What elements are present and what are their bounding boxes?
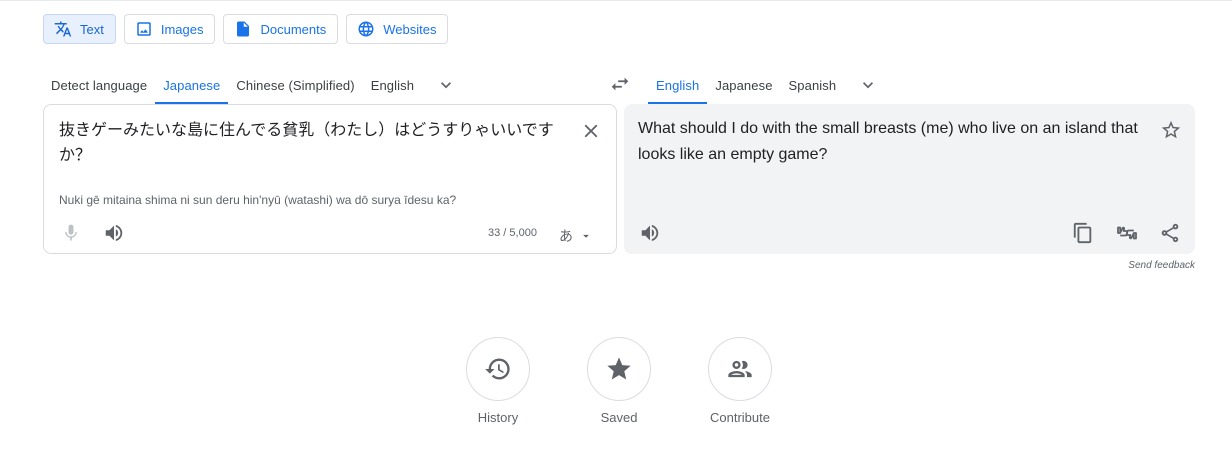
listen-translation-button[interactable] bbox=[639, 222, 661, 244]
image-icon bbox=[135, 20, 153, 38]
source-text-panel: 抜きゲーみたいな島に住んでる貧乳（わたし）はどうすりゃいいですか？ Nuki g… bbox=[43, 104, 617, 254]
rate-translation-button[interactable] bbox=[1115, 221, 1139, 245]
thumbs-up-down-icon bbox=[1117, 226, 1137, 240]
copy-translation-button[interactable] bbox=[1072, 222, 1094, 244]
source-lang-detect[interactable]: Detect language bbox=[43, 66, 155, 104]
tab-websites[interactable]: Websites bbox=[346, 14, 449, 44]
globe-icon bbox=[357, 20, 375, 38]
chevron-down-icon bbox=[436, 75, 456, 95]
copy-icon bbox=[1073, 222, 1092, 244]
contribute-button[interactable] bbox=[708, 337, 772, 401]
saved-button[interactable] bbox=[587, 337, 651, 401]
clear-source-button[interactable] bbox=[580, 120, 602, 142]
history-action[interactable]: History bbox=[453, 337, 543, 425]
tab-documents-label: Documents bbox=[260, 21, 327, 37]
listen-source-button[interactable] bbox=[103, 222, 125, 244]
share-icon bbox=[1161, 223, 1179, 243]
history-icon bbox=[484, 355, 512, 383]
close-icon bbox=[584, 124, 598, 138]
history-label: History bbox=[477, 410, 519, 425]
target-more-languages-button[interactable] bbox=[844, 66, 892, 104]
swap-languages-button[interactable] bbox=[606, 72, 634, 96]
input-tools-button[interactable]: あ bbox=[559, 226, 593, 246]
contribute-label: Contribute bbox=[710, 410, 770, 425]
star-icon bbox=[605, 355, 633, 383]
saved-label: Saved bbox=[600, 410, 638, 425]
target-language-bar: English Japanese Spanish bbox=[648, 66, 892, 104]
tab-images[interactable]: Images bbox=[123, 14, 216, 44]
target-lang-spanish[interactable]: Spanish bbox=[781, 66, 845, 104]
document-icon bbox=[234, 20, 252, 38]
saved-action[interactable]: Saved bbox=[574, 337, 664, 425]
source-language-bar: Detect language Japanese Chinese (Simpli… bbox=[43, 66, 470, 104]
save-translation-button[interactable] bbox=[1160, 119, 1182, 141]
people-icon bbox=[726, 355, 754, 383]
chevron-down-icon bbox=[858, 75, 878, 95]
star-outline-icon bbox=[1161, 120, 1181, 139]
tab-text-label: Text bbox=[80, 21, 104, 37]
top-divider bbox=[0, 0, 1232, 1]
source-lang-chinese-simplified[interactable]: Chinese (Simplified) bbox=[228, 66, 362, 104]
source-more-languages-button[interactable] bbox=[422, 66, 470, 104]
mode-tabs: Text Images Documents Websites bbox=[43, 14, 449, 44]
microphone-icon[interactable] bbox=[61, 223, 81, 243]
translation-output-text: What should I do with the small breasts … bbox=[638, 120, 1138, 163]
dropdown-arrow-icon bbox=[579, 229, 593, 243]
history-button[interactable] bbox=[466, 337, 530, 401]
tab-text[interactable]: Text bbox=[43, 14, 116, 44]
source-lang-japanese[interactable]: Japanese bbox=[155, 66, 229, 104]
send-feedback-link[interactable]: Send feedback bbox=[1100, 260, 1195, 271]
tab-images-label: Images bbox=[160, 21, 204, 37]
tab-websites-label: Websites bbox=[383, 21, 437, 37]
target-lang-english[interactable]: English bbox=[648, 66, 708, 104]
ime-glyph: あ bbox=[559, 228, 573, 244]
source-lang-english[interactable]: English bbox=[363, 66, 422, 104]
speaker-icon bbox=[641, 224, 659, 242]
swap-arrows-icon bbox=[609, 73, 631, 95]
character-count: 33 / 5,000 bbox=[488, 227, 537, 239]
source-transliteration: Nuki gē mitaina shima ni sun deru hin'ny… bbox=[59, 193, 457, 207]
translate-icon bbox=[54, 20, 72, 38]
speaker-icon bbox=[105, 224, 123, 242]
target-lang-japanese[interactable]: Japanese bbox=[707, 66, 780, 104]
share-translation-button[interactable] bbox=[1159, 222, 1181, 244]
tab-documents[interactable]: Documents bbox=[223, 14, 339, 44]
source-text-input[interactable]: 抜きゲーみたいな島に住んでる貧乳（わたし）はどうすりゃいいですか？ bbox=[59, 118, 574, 168]
translation-output-panel: What should I do with the small breasts … bbox=[624, 104, 1195, 254]
contribute-action[interactable]: Contribute bbox=[695, 337, 785, 425]
